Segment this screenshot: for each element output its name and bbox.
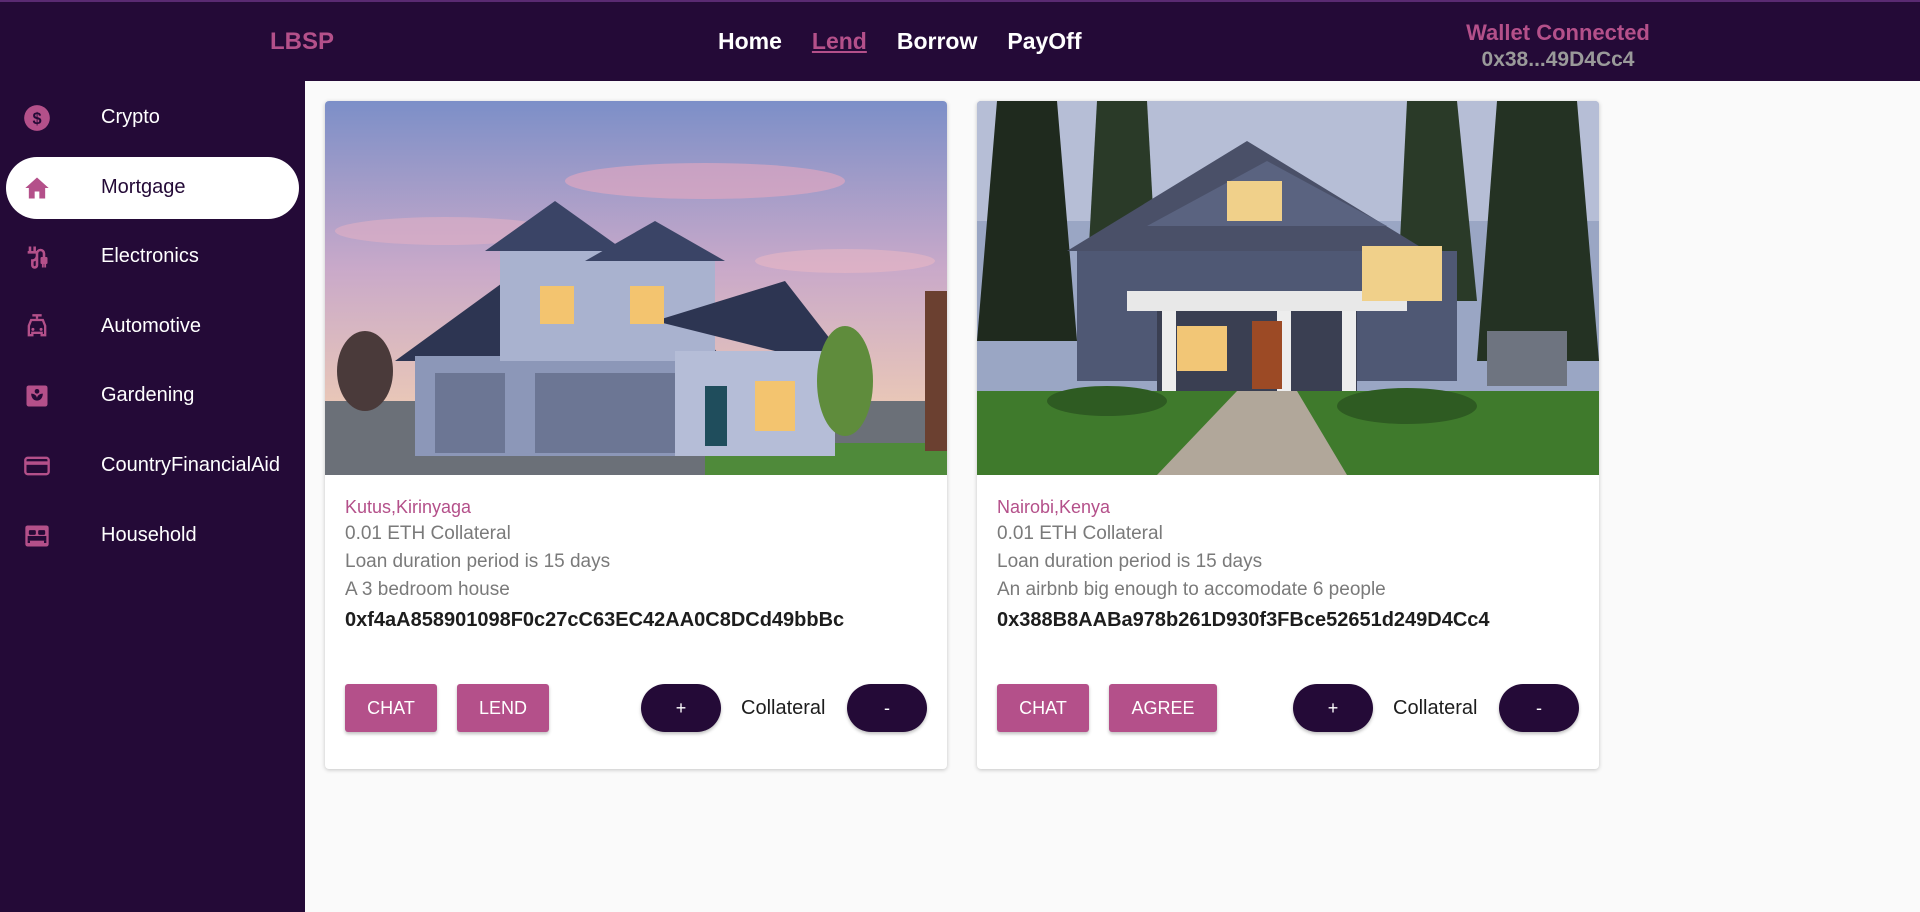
wallet-connected-label: Wallet Connected: [1466, 20, 1650, 45]
sidebar-item-label: Household: [101, 524, 197, 546]
nav-home[interactable]: Home: [718, 28, 782, 55]
nav-lend[interactable]: Lend: [812, 28, 867, 55]
listing-card: Kutus,Kirinyaga 0.01 ETH Collateral Loan…: [325, 101, 947, 769]
category-sidebar: $ Crypto Mortgage Electronics Automotive: [0, 81, 305, 912]
collateral-minus-button[interactable]: -: [847, 684, 927, 732]
sidebar-item-label: Crypto: [101, 106, 160, 128]
listing-card: Nairobi,Kenya 0.01 ETH Collateral Loan d…: [977, 101, 1599, 769]
sidebar-item-gardening[interactable]: Gardening: [6, 365, 299, 427]
sidebar-item-label: CountryFinancialAid: [101, 454, 280, 476]
listing-details: Nairobi,Kenya 0.01 ETH Collateral Loan d…: [997, 494, 1587, 635]
chat-button[interactable]: CHAT: [345, 684, 437, 732]
cable-icon: [27, 246, 48, 269]
listing-collateral: 0.01 ETH Collateral: [997, 523, 1163, 544]
listing-location: Kutus,Kirinyaga: [345, 497, 472, 517]
collateral-minus-button[interactable]: -: [1499, 684, 1579, 732]
listing-description: An airbnb big enough to accomodate 6 peo…: [997, 579, 1386, 600]
listing-owner-address: 0xf4aA858901098F0c27cC63EC42AA0C8DCd49bb…: [345, 609, 845, 631]
car-icon: [27, 314, 47, 337]
top-app-bar: LBSP Home Lend Borrow PayOff Wallet Conn…: [0, 0, 1920, 81]
sidebar-item-mortgage[interactable]: Mortgage: [6, 157, 299, 219]
wallet-address: 0x38...49D4Cc4: [1481, 48, 1635, 71]
collateral-plus-button[interactable]: +: [641, 684, 721, 732]
house-photo: [977, 101, 1599, 475]
wallet-status[interactable]: Wallet Connected 0x38...49D4Cc4: [1420, 19, 1696, 73]
svg-text:$: $: [32, 110, 41, 128]
listing-duration: Loan duration period is 15 days: [997, 551, 1263, 572]
nav-payoff[interactable]: PayOff: [1007, 28, 1081, 55]
chat-button[interactable]: CHAT: [997, 684, 1089, 732]
home-icon: [25, 177, 49, 199]
collateral-label: Collateral: [1393, 697, 1478, 719]
listing-duration: Loan duration period is 15 days: [345, 551, 611, 572]
listing-owner-address: 0x388B8AABa978b261D930f3FBce52651d249D4C…: [997, 609, 1490, 631]
sidebar-item-countryfinancialaid[interactable]: CountryFinancialAid: [6, 435, 299, 497]
sidebar-item-label: Automotive: [101, 315, 202, 337]
sidebar-item-label: Mortgage: [101, 176, 186, 198]
listing-description: A 3 bedroom house: [345, 579, 510, 600]
sidebar-item-crypto[interactable]: $ Crypto: [6, 87, 299, 149]
collateral-plus-button[interactable]: +: [1293, 684, 1373, 732]
listing-collateral: 0.01 ETH Collateral: [345, 523, 511, 544]
sidebar-item-label: Electronics: [101, 245, 199, 267]
brand-logo[interactable]: LBSP: [270, 28, 334, 56]
agree-button[interactable]: AGREE: [1109, 684, 1217, 732]
house-photo: [325, 101, 947, 475]
collateral-label: Collateral: [741, 697, 826, 719]
sidebar-item-automotive[interactable]: Automotive: [6, 296, 299, 358]
listing-details: Kutus,Kirinyaga 0.01 ETH Collateral Loan…: [345, 494, 935, 635]
nav-borrow[interactable]: Borrow: [897, 28, 978, 55]
main-nav: Home Lend Borrow PayOff: [718, 28, 1082, 55]
credit-card-icon: [24, 456, 50, 476]
dollar-circle-icon: $: [24, 105, 50, 131]
garden-icon: [26, 385, 48, 407]
sidebar-item-label: Gardening: [101, 384, 195, 406]
sidebar-item-household[interactable]: Household: [6, 505, 299, 567]
lend-button[interactable]: LEND: [457, 684, 549, 732]
sidebar-item-electronics[interactable]: Electronics: [6, 226, 299, 288]
bed-icon: [25, 525, 49, 547]
listing-location: Nairobi,Kenya: [997, 497, 1111, 517]
